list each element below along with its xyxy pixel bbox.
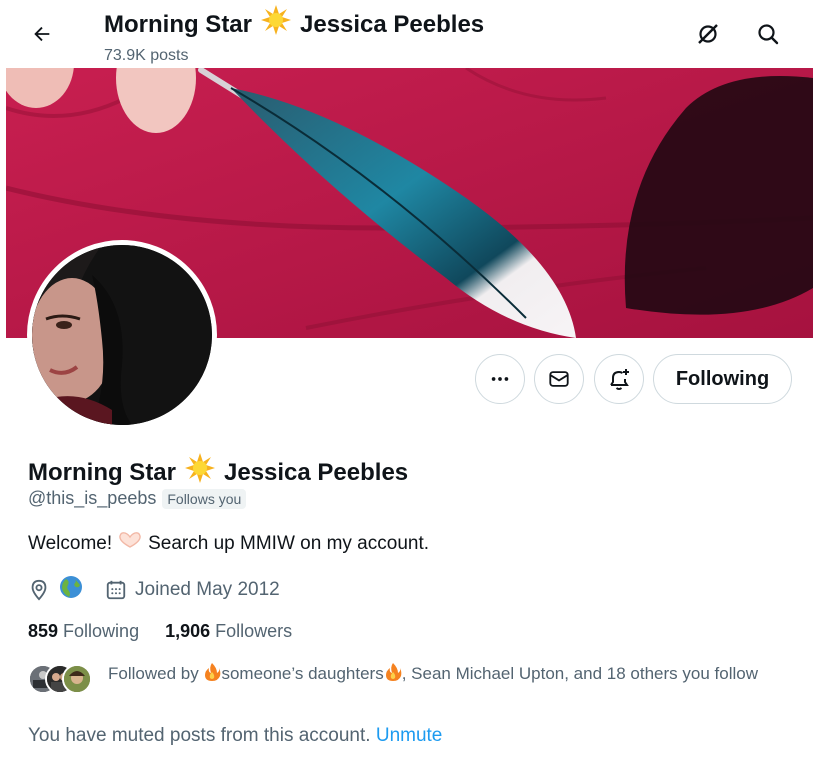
calendar-icon	[106, 580, 126, 600]
profile-display-name: Morning Star Jessica Peebles	[28, 452, 408, 493]
followed-by-rest: , Sean Michael Upton, and 18 others you …	[401, 664, 758, 683]
header-title-first: Morning Star	[104, 10, 252, 38]
bell-plus-icon	[610, 369, 629, 390]
more-button[interactable]	[475, 354, 525, 404]
profile-meta: Joined May 2012	[28, 575, 280, 605]
muted-text: You have muted posts from this account.	[28, 725, 371, 746]
heart-hands-emoji-icon	[117, 531, 143, 557]
joined-date: Joined May 2012	[135, 579, 280, 600]
mail-icon	[549, 371, 569, 387]
location-icon	[31, 579, 47, 601]
top-bar: Morning Star Jessica Peebles 73.9K posts	[0, 0, 826, 68]
header-title-last: Jessica Peebles	[300, 10, 485, 38]
follow-counts: 859 Following 1,906 Followers	[28, 621, 292, 642]
profile-avatar[interactable]	[27, 240, 217, 430]
search-icon	[758, 24, 779, 45]
sun-emoji-icon	[184, 452, 216, 493]
fire-emoji-icon	[384, 662, 402, 688]
muted-notice: You have muted posts from this account. …	[28, 723, 442, 749]
bio-start: Welcome!	[28, 533, 113, 554]
search-button[interactable]	[748, 14, 788, 54]
grok-icon	[698, 24, 718, 44]
handle-row: @this_is_peebs Follows you	[28, 488, 247, 509]
profile-bio: Welcome! Search up MMIW on my account.	[28, 531, 429, 557]
avatar	[62, 664, 92, 694]
follower-avatars	[28, 664, 94, 696]
profile-handle: @this_is_peebs	[28, 488, 157, 508]
back-button[interactable]	[22, 14, 62, 54]
display-name-last: Jessica Peebles	[224, 458, 409, 486]
followers-count-link[interactable]: 1,906 Followers	[165, 621, 292, 642]
header-title: Morning Star Jessica Peebles	[104, 4, 484, 45]
grok-button[interactable]	[688, 14, 728, 54]
bio-end: Search up MMIW on my account.	[148, 533, 430, 554]
post-count: 73.9K posts	[104, 47, 189, 64]
followed-by-text: Followed by someone’s daughters , Sean M…	[108, 662, 788, 688]
followers-count: 1,906	[165, 621, 211, 641]
sun-emoji-icon	[260, 4, 292, 45]
following-button[interactable]: Following	[653, 354, 792, 404]
following-count-link[interactable]: 859 Following	[28, 621, 139, 642]
following-count: 859	[28, 621, 59, 641]
header-title-block: Morning Star Jessica Peebles 73.9K posts	[104, 4, 484, 66]
joined-item: Joined May 2012	[105, 579, 280, 601]
fire-emoji-icon	[203, 662, 221, 688]
message-button[interactable]	[534, 354, 584, 404]
followed-by-name1: someone’s daughters	[221, 664, 384, 683]
notifications-button[interactable]	[594, 354, 644, 404]
location-item	[28, 575, 83, 605]
unmute-link[interactable]: Unmute	[376, 725, 443, 746]
followed-by-prefix: Followed by	[108, 664, 199, 683]
back-arrow-icon	[34, 26, 50, 42]
more-icon	[491, 377, 509, 381]
globe-emoji-icon	[59, 575, 83, 605]
following-label: Following	[63, 621, 140, 641]
followers-label: Followers	[215, 621, 293, 641]
follows-you-badge: Follows you	[162, 488, 247, 509]
display-name-first: Morning Star	[28, 458, 176, 486]
